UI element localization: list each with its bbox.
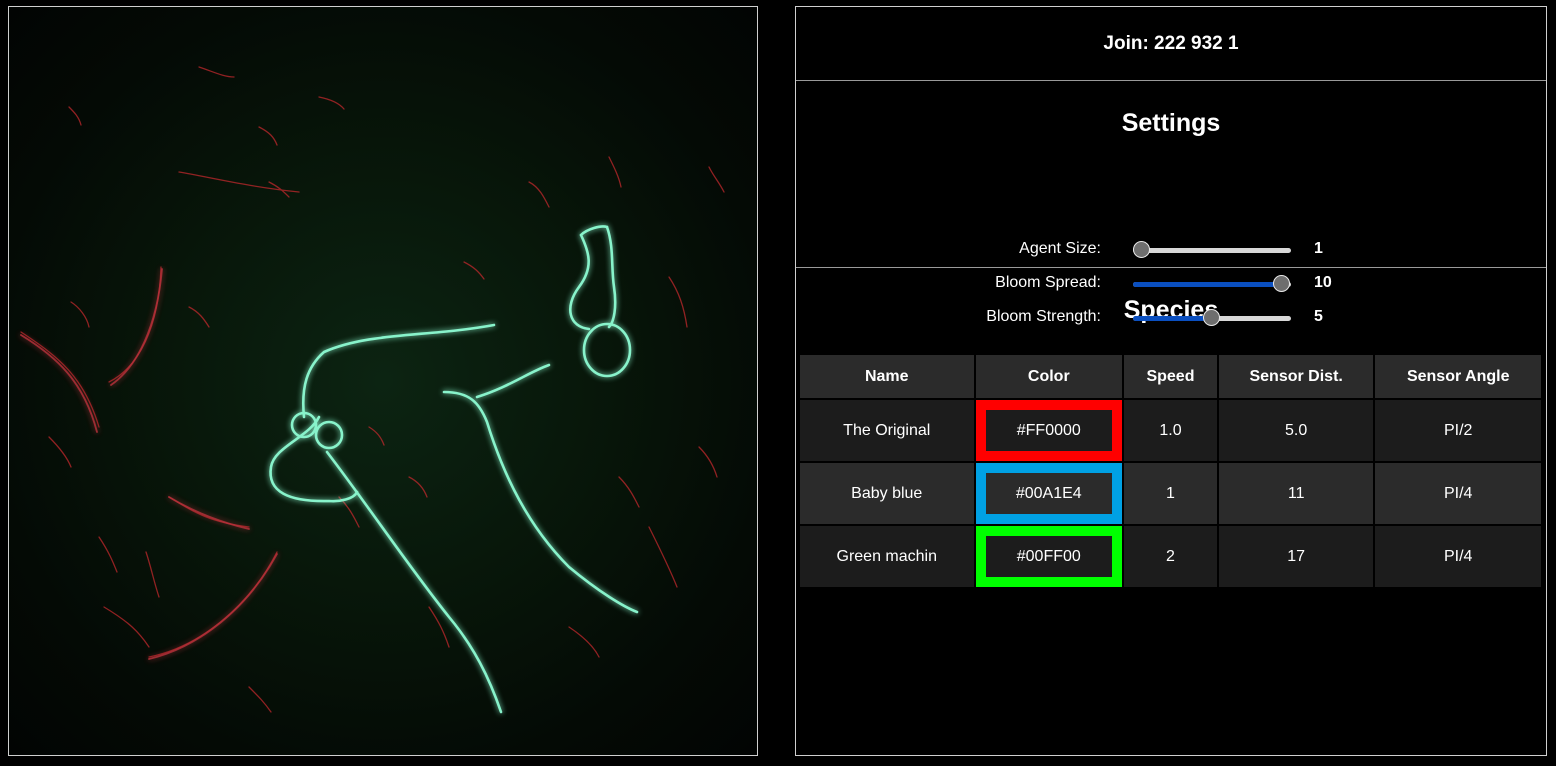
species-sensor-dist[interactable]: 5.0 [1216,398,1376,463]
bloom-spread-value: 10 [1314,274,1332,291]
bloom-strength-setting: Bloom Strength: 5 [796,306,1546,330]
species-color-cell[interactable]: #00A1E4 [973,461,1125,526]
species-row[interactable]: The Original #FF0000 1.0 5.0 PI/2 [798,398,1543,463]
species-table-header-row: Name Color Speed Sensor Dist. Sensor Ang… [798,353,1543,400]
join-code: Join: 222 932 1 [796,7,1546,81]
bloom-strength-label: Bloom Strength: [986,308,1101,325]
species-color-value: #00FF00 [1016,547,1081,565]
species-color-cell[interactable]: #FF0000 [973,398,1125,463]
bloom-spread-label: Bloom Spread: [995,274,1101,291]
species-sensor-dist[interactable]: 11 [1216,461,1376,526]
background-dim-trails [20,268,278,660]
header-sensor-dist: Sensor Dist. [1216,353,1376,400]
header-color: Color [973,353,1125,400]
bloom-strength-value: 5 [1314,308,1323,325]
species-color-value: #FF0000 [1016,421,1081,439]
settings-title: Settings [1121,109,1221,137]
species-name[interactable]: The Original [798,398,976,463]
bloom-strength-slider-fill [1133,316,1212,321]
species-color-swatch[interactable]: #00FF00 [975,526,1123,587]
bloom-strength-slider-thumb[interactable] [1203,309,1220,326]
settings-section: Settings Agent Size: 1 Bloom Spread: 10 … [796,81,1546,326]
bloom-spread-setting: Bloom Spread: 10 [796,272,1546,296]
agent-size-slider[interactable] [1133,241,1291,258]
join-code-label: Join: 222 932 1 [1103,32,1239,54]
agent-size-label: Agent Size: [1019,240,1101,257]
simulation-canvas[interactable] [8,6,758,756]
faint-red-trails [20,66,725,713]
species-color-value: #00A1E4 [1015,484,1082,502]
species-name[interactable]: Green machin [798,524,976,589]
agent-size-slider-thumb[interactable] [1133,241,1151,258]
species-color-swatch[interactable]: #FF0000 [975,400,1123,461]
control-panel: Join: 222 932 1 Settings Agent Size: 1 B… [795,6,1547,756]
header-speed: Speed [1122,353,1219,400]
species-speed[interactable]: 1.0 [1122,398,1219,463]
species-speed[interactable]: 2 [1122,524,1219,589]
species-color-swatch[interactable]: #00A1E4 [975,463,1123,524]
species-color-cell[interactable]: #00FF00 [973,524,1125,589]
bloom-strength-slider[interactable] [1133,309,1291,326]
species-table: Name Color Speed Sensor Dist. Sensor Ang… [798,353,1543,589]
species-sensor-angle[interactable]: PI/4 [1373,524,1543,589]
species-speed[interactable]: 1 [1122,461,1219,526]
species-sensor-angle[interactable]: PI/4 [1373,461,1543,526]
species-row[interactable]: Green machin #00FF00 2 17 PI/4 [798,524,1543,589]
species-row[interactable]: Baby blue #00A1E4 1 11 PI/4 [798,461,1543,526]
species-sensor-dist[interactable]: 17 [1216,524,1376,589]
bloom-spread-slider-thumb[interactable] [1272,275,1290,292]
main-slime-network [269,225,639,714]
slime-trails-graphic [20,66,725,714]
bloom-spread-slider[interactable] [1133,275,1291,292]
header-name: Name [798,353,976,400]
bloom-spread-slider-fill [1133,282,1282,287]
header-sensor-angle: Sensor Angle [1373,353,1543,400]
species-name[interactable]: Baby blue [798,461,976,526]
agent-size-setting: Agent Size: 1 [796,238,1546,262]
agent-size-value: 1 [1314,240,1323,257]
species-sensor-angle[interactable]: PI/2 [1373,398,1543,463]
